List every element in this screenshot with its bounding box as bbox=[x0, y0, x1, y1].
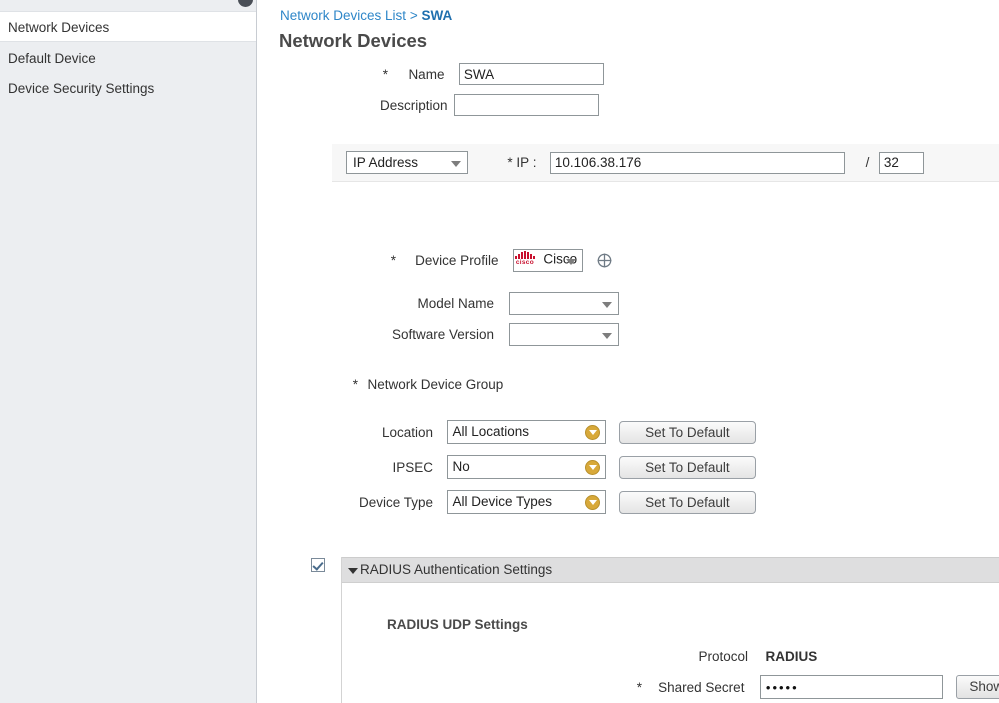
radius-authentication-checkbox[interactable] bbox=[311, 558, 325, 572]
name-input[interactable] bbox=[458, 63, 604, 85]
description-input[interactable] bbox=[454, 94, 600, 116]
ipsec-select[interactable]: No bbox=[447, 455, 607, 479]
model-name-select[interactable] bbox=[509, 292, 620, 315]
sidebar-item-label: Default Device bbox=[8, 51, 96, 66]
ip-address-row: IP Address * IP : / bbox=[346, 151, 924, 174]
location-label: Location bbox=[381, 424, 433, 440]
software-version-select[interactable] bbox=[509, 323, 620, 346]
ndg-required-marker: * bbox=[352, 377, 358, 393]
software-version-label: Software Version bbox=[391, 327, 494, 342]
breadcrumb-current: SWA bbox=[421, 8, 453, 23]
location-select[interactable]: All Locations bbox=[447, 420, 607, 444]
device-profile-required-marker: * bbox=[390, 253, 396, 268]
name-row: * Name bbox=[380, 63, 604, 85]
breadcrumb: Network Devices List > SWA bbox=[280, 8, 452, 23]
collapse-triangle-icon[interactable] bbox=[348, 568, 358, 574]
ipsec-row: IPSEC No Set To Default bbox=[333, 455, 756, 479]
device-type-select-value: All Device Types bbox=[452, 494, 552, 509]
ipsec-set-to-default-button[interactable]: Set To Default bbox=[618, 455, 756, 479]
software-version-row: Software Version bbox=[386, 323, 620, 346]
ipsec-select-value: No bbox=[452, 459, 470, 474]
device-type-set-to-default-button[interactable]: Set To Default bbox=[618, 490, 756, 514]
radius-authentication-panel: RADIUS Authentication Settings RADIUS UD… bbox=[341, 557, 999, 703]
device-profile-row: * Device Profile cisco Cisco bbox=[388, 249, 612, 272]
sidebar-item-label: Device Security Settings bbox=[8, 81, 155, 96]
cisco-logo-text: cisco bbox=[515, 259, 534, 267]
device-profile-select[interactable]: cisco Cisco bbox=[512, 249, 583, 272]
location-select-value: All Locations bbox=[452, 424, 529, 439]
subnet-mask-input[interactable] bbox=[878, 151, 924, 174]
name-required-marker: * bbox=[382, 66, 388, 82]
cisco-logo-bars bbox=[514, 251, 535, 260]
device-profile-label: Device Profile bbox=[415, 253, 499, 268]
name-label: Name bbox=[408, 66, 445, 82]
radius-section-header[interactable]: RADIUS Authentication Settings bbox=[342, 557, 999, 583]
ndg-title: Network Device Group bbox=[367, 377, 504, 393]
mask-separator: / bbox=[865, 155, 870, 170]
app-root: Network Devices Default Device Device Se… bbox=[0, 0, 999, 703]
radius-udp-settings-title: RADIUS UDP Settings bbox=[387, 617, 528, 632]
chevron-down-icon bbox=[602, 302, 613, 308]
sidebar-item-default-device[interactable]: Default Device bbox=[0, 43, 256, 74]
protocol-label: Protocol bbox=[698, 649, 748, 665]
chevron-down-icon bbox=[565, 259, 576, 265]
sidebar-item-label: Network Devices bbox=[8, 20, 110, 35]
chevron-down-icon bbox=[602, 333, 613, 339]
ipsec-label: IPSEC bbox=[392, 459, 433, 475]
network-device-group-heading: * Network Device Group bbox=[350, 376, 504, 394]
description-row: Description bbox=[380, 94, 600, 116]
sidebar: Network Devices Default Device Device Se… bbox=[0, 0, 257, 703]
ip-label: * IP : bbox=[507, 155, 537, 170]
protocol-row: Protocol RADIUS bbox=[680, 648, 817, 666]
description-label: Description bbox=[380, 97, 448, 113]
page-title: Network Devices bbox=[279, 30, 428, 51]
breadcrumb-parent-link[interactable]: Network Devices List bbox=[280, 8, 406, 23]
radius-section-title: RADIUS Authentication Settings bbox=[360, 562, 553, 577]
breadcrumb-separator: > bbox=[409, 8, 418, 23]
add-target-icon[interactable] bbox=[597, 253, 612, 268]
show-secret-button[interactable]: Show bbox=[956, 675, 999, 699]
sidebar-scroll-nub[interactable] bbox=[238, 0, 253, 7]
ip-type-select-value: IP Address bbox=[353, 155, 419, 170]
chevron-down-icon bbox=[451, 161, 461, 167]
shared-secret-label: Shared Secret bbox=[658, 679, 745, 695]
shared-secret-required-marker: * bbox=[636, 679, 642, 695]
model-name-label: Model Name bbox=[417, 296, 494, 311]
device-type-row: Device Type All Device Types Set To Defa… bbox=[333, 490, 756, 514]
sidebar-item-network-devices[interactable]: Network Devices bbox=[0, 11, 256, 42]
location-set-to-default-button[interactable]: Set To Default bbox=[618, 420, 756, 444]
ip-address-input[interactable] bbox=[549, 151, 845, 174]
location-row: Location All Locations Set To Default bbox=[333, 420, 756, 444]
ip-type-select[interactable]: IP Address bbox=[346, 151, 468, 174]
device-type-select[interactable]: All Device Types bbox=[447, 490, 607, 514]
cisco-logo-icon: cisco bbox=[514, 251, 536, 266]
model-name-row: Model Name bbox=[412, 292, 620, 315]
protocol-value: RADIUS bbox=[765, 649, 818, 664]
sidebar-item-device-security-settings[interactable]: Device Security Settings bbox=[0, 73, 256, 104]
shared-secret-row: * Shared Secret Show bbox=[635, 675, 999, 699]
device-type-label: Device Type bbox=[358, 494, 433, 510]
shared-secret-input[interactable] bbox=[759, 675, 943, 699]
